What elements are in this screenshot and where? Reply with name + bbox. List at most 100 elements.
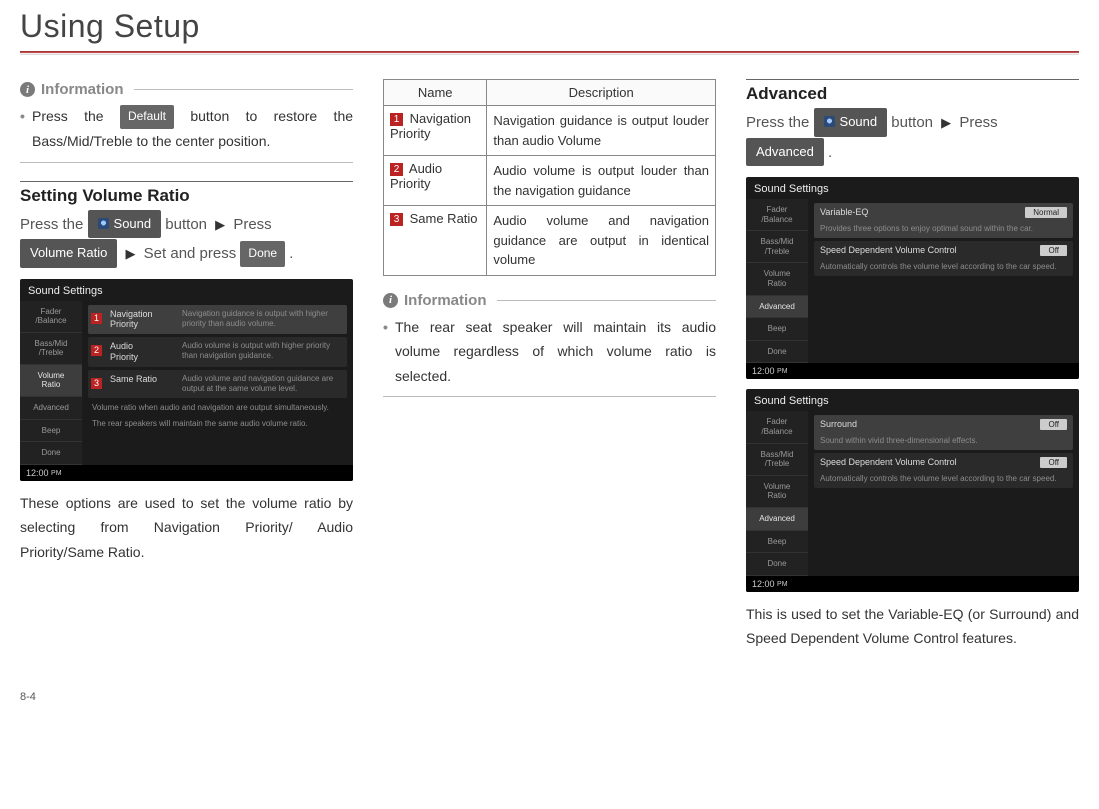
info-icon: i <box>383 293 398 308</box>
information-heading: i Information <box>383 292 716 309</box>
flow-text: button <box>165 216 211 233</box>
screenshot-main: Variable-EQ Normal Provides three options … <box>808 199 1079 363</box>
option-value-button[interactable]: Normal <box>1025 207 1067 218</box>
sidebar-item[interactable]: Beep <box>746 531 808 554</box>
sound-button[interactable]: Sound <box>88 210 162 239</box>
sidebar-item[interactable]: VolumeRatio <box>20 365 82 397</box>
sidebar-item[interactable]: VolumeRatio <box>746 476 808 508</box>
option-row[interactable]: 1NavigationPriority Navigation guidance i… <box>88 305 347 335</box>
arrow-icon: ▶ <box>215 213 225 238</box>
flow-period: . <box>289 245 293 262</box>
table-header-description: Description <box>487 80 716 106</box>
column-1: i Information • Press the Default button… <box>20 79 353 661</box>
option-row[interactable]: Variable-EQ Normal Provides three options … <box>814 203 1073 238</box>
sound-button[interactable]: Sound <box>814 108 888 137</box>
option-name: Variable-EQ <box>820 207 1019 218</box>
option-description: Sound within vivid three-dimensional eff… <box>820 436 1067 446</box>
option-description: Automatically controls the volume level … <box>820 474 1067 484</box>
info-text-pre: Press the <box>32 108 120 124</box>
table-cell-description: Navigation guidance is output louder tha… <box>487 106 716 156</box>
sidebar-item[interactable]: Done <box>20 442 82 465</box>
option-description: Navigation guidance is output with highe… <box>182 309 341 329</box>
done-button[interactable]: Done <box>240 241 285 267</box>
volume-ratio-table: Name Description 1 Navigation PriorityNa… <box>383 79 716 276</box>
table-row: 3 Same RatioAudio volume and navigation … <box>384 206 716 276</box>
row-number-badge: 3 <box>390 213 403 226</box>
sidebar-item[interactable]: Advanced <box>746 296 808 319</box>
sidebar-item[interactable]: VolumeRatio <box>746 263 808 295</box>
sidebar-item[interactable]: Fader/Balance <box>20 301 82 333</box>
screenshot-title: Sound Settings <box>746 389 1079 411</box>
option-row[interactable]: 2AudioPriorityAudio volume is output wit… <box>88 337 347 367</box>
option-name: Speed Dependent Volume Control <box>820 457 1034 468</box>
information-label: Information <box>41 81 124 98</box>
title-divider <box>20 51 1079 55</box>
flow-period: . <box>828 144 832 161</box>
sidebar-item[interactable]: Fader/Balance <box>746 199 808 231</box>
sidebar-item[interactable]: Done <box>746 341 808 364</box>
table-cell-name: 2 Audio Priority <box>384 156 487 206</box>
option-row[interactable]: Speed Dependent Volume Control Off Automat… <box>814 453 1073 488</box>
flow-text: Press <box>233 216 271 233</box>
sidebar-item[interactable]: Bass/Mid/Treble <box>746 231 808 263</box>
option-name: AudioPriority <box>94 341 176 363</box>
option-description: Audio volume and navigation guidance are… <box>182 374 341 394</box>
info-rule <box>20 162 353 163</box>
table-row: 2 Audio PriorityAudio volume is output l… <box>384 156 716 206</box>
sidebar-item[interactable]: Advanced <box>746 508 808 531</box>
sidebar-item[interactable]: Bass/Mid/Treble <box>20 333 82 365</box>
sidebar-item[interactable]: Done <box>746 553 808 576</box>
option-row[interactable]: Surround Off Sound within vivid three-dime… <box>814 415 1073 450</box>
sidebar-item[interactable]: Advanced <box>20 397 82 420</box>
sidebar-item[interactable]: Beep <box>20 420 82 443</box>
default-button[interactable]: Default <box>120 105 174 129</box>
option-row[interactable]: 3Same RatioAudio volume and navigation g… <box>88 370 347 398</box>
arrow-icon: ▶ <box>126 242 136 267</box>
advanced-flow: Press the Sound button ▶ Press Advanced … <box>746 108 1079 167</box>
advanced-paragraph: This is used to set the Variable-EQ (or … <box>746 602 1079 651</box>
advanced-button[interactable]: Advanced <box>746 138 824 167</box>
screenshot-main: Surround Off Sound within vivid three-dime… <box>808 411 1079 575</box>
bullet-dot-icon: • <box>20 104 26 154</box>
option-value-button[interactable]: Off <box>1040 245 1067 256</box>
option-description: Automatically controls the volume level … <box>820 262 1067 272</box>
row-number-badge: 2 <box>91 345 102 356</box>
sidebar-item[interactable]: Bass/Mid/Treble <box>746 444 808 476</box>
screenshot-clock: 12:00 PM <box>746 363 1079 379</box>
option-name: Surround <box>820 419 1034 430</box>
volume-ratio-paragraph: These options are used to set the volume… <box>20 491 353 565</box>
bullet-dot-icon: • <box>383 315 389 389</box>
option-description: Provides three options to enjoy optimal … <box>820 224 1067 234</box>
option-value-button[interactable]: Off <box>1040 419 1067 430</box>
screenshot-main: 1NavigationPriority Navigation guidance i… <box>82 301 353 465</box>
option-name: Same Ratio <box>94 374 176 385</box>
table-cell-description: Audio volume is output louder than the n… <box>487 156 716 206</box>
page-number: 8-4 <box>20 691 1079 703</box>
sidebar-item[interactable]: Beep <box>746 318 808 341</box>
screenshot-sidebar: Fader/BalanceBass/Mid/TrebleVolumeRatioA… <box>746 199 808 363</box>
arrow-icon: ▶ <box>941 111 951 136</box>
screenshot-clock: 12:00 PM <box>746 576 1079 592</box>
screenshot-sidebar: Fader/BalanceBass/Mid/TrebleVolumeRatioA… <box>20 301 82 465</box>
option-value-button[interactable]: Off <box>1040 457 1067 468</box>
screenshot-clock: 12:00 PM <box>20 465 353 481</box>
option-name: NavigationPriority <box>94 309 176 331</box>
table-cell-description: Audio volume and navigation guidance are… <box>487 206 716 276</box>
option-row[interactable]: Speed Dependent Volume ControlOffAutomat… <box>814 241 1073 276</box>
row-number-badge: 2 <box>390 163 403 176</box>
info-rule <box>383 396 716 397</box>
row-number-badge: 1 <box>91 313 102 324</box>
flow-text: Press <box>959 114 997 131</box>
table-cell-name: 1 Navigation Priority <box>384 106 487 156</box>
sidebar-item[interactable]: Fader/Balance <box>746 411 808 443</box>
flow-text: Press the <box>20 216 88 233</box>
advanced-heading: Advanced <box>746 79 1079 104</box>
volume-ratio-flow: Press the Sound button ▶ Press Volume Ra… <box>20 210 353 269</box>
info-icon: i <box>20 82 35 97</box>
volume-ratio-button[interactable]: Volume Ratio <box>20 239 117 268</box>
page-title: Using Setup <box>20 8 1079 45</box>
information-heading: i Information <box>20 81 353 98</box>
sound-settings-screenshot-2: Sound Settings Fader/BalanceBass/Mid/Tre… <box>746 177 1079 379</box>
info-heading-rule <box>497 300 717 301</box>
flow-text: button <box>891 114 937 131</box>
